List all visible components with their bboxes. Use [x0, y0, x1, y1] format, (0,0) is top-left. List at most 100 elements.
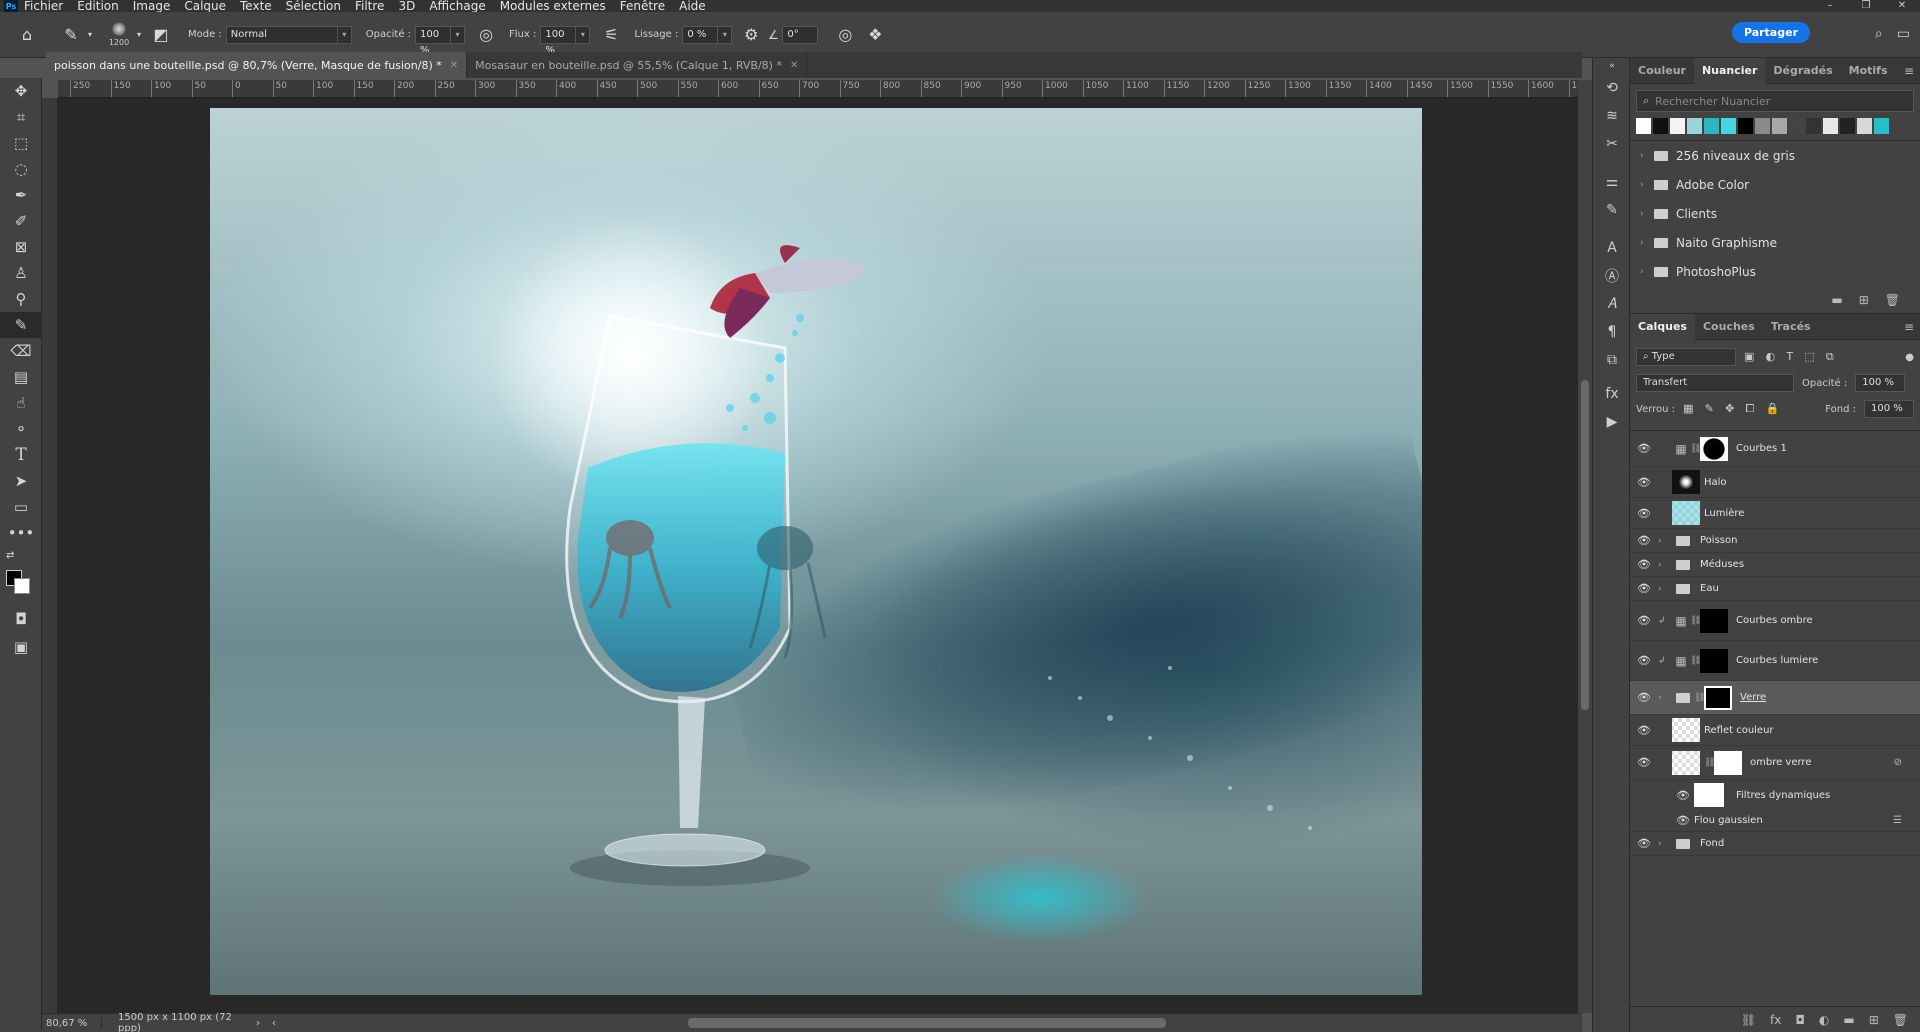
- tab-motifs[interactable]: Motifs: [1841, 58, 1896, 84]
- close-icon[interactable]: ✕: [450, 60, 458, 71]
- tab-couleur[interactable]: Couleur: [1630, 58, 1694, 84]
- share-button[interactable]: Partager: [1731, 22, 1810, 43]
- add-mask-icon[interactable]: ◘: [1795, 1013, 1805, 1027]
- menu-modules-externes[interactable]: Modules externes: [500, 0, 606, 12]
- brush-size-picker[interactable]: 1200: [104, 17, 134, 53]
- quick-selection-tool-icon[interactable]: ✐: [0, 208, 42, 234]
- chevron-right-icon[interactable]: ›: [1658, 560, 1672, 570]
- filter-toggle-icon[interactable]: ●: [1905, 352, 1914, 363]
- chevron-right-icon[interactable]: ›: [1640, 267, 1650, 277]
- paragraph-icon[interactable]: ¶: [1593, 318, 1631, 346]
- minimize-icon[interactable]: –: [1812, 0, 1848, 11]
- swatch-folder-gris[interactable]: › 256 niveaux de gris: [1630, 141, 1920, 170]
- color-swatch[interactable]: [1721, 118, 1736, 134]
- layer-courbes-lumiere[interactable]: 👁 ↲ ▦ ⛓ Courbes lumiere: [1630, 641, 1920, 681]
- menu-edition[interactable]: Edition: [77, 0, 119, 12]
- color-swatch[interactable]: [1772, 118, 1787, 134]
- color-swatch[interactable]: [1874, 118, 1889, 134]
- filter-type-icon[interactable]: T: [1786, 350, 1793, 363]
- eye-icon[interactable]: 👁: [1630, 442, 1658, 455]
- layer-group-poisson[interactable]: 👁 › Poisson: [1630, 529, 1920, 553]
- new-adjustment-icon[interactable]: ◐: [1819, 1013, 1829, 1027]
- swatch-folder-adobe-color[interactable]: › Adobe Color: [1630, 170, 1920, 199]
- color-swatch[interactable]: [1806, 118, 1821, 134]
- styles-fx-icon[interactable]: fx: [1593, 380, 1631, 408]
- new-layer-icon[interactable]: ⊞: [1869, 1013, 1879, 1027]
- adjustments-icon[interactable]: ≋: [1593, 102, 1631, 130]
- eye-icon[interactable]: 👁: [1630, 476, 1658, 489]
- swatch-folder-photoshoplus[interactable]: › PhotoshoPlus: [1630, 257, 1920, 286]
- layer-group-eau[interactable]: 👁 › Eau: [1630, 577, 1920, 601]
- eye-icon[interactable]: 👁: [1630, 724, 1658, 737]
- eye-icon[interactable]: 👁: [1630, 507, 1658, 520]
- layer-mask-thumbnail[interactable]: [1714, 750, 1742, 775]
- new-group-icon[interactable]: ▬: [1831, 293, 1842, 307]
- tab-poisson-bouteille[interactable]: poisson dans une bouteille.psd @ 80,7% (…: [46, 52, 468, 78]
- horizontal-scroll-thumb[interactable]: [688, 1018, 1166, 1028]
- new-group-icon[interactable]: ▬: [1843, 1013, 1854, 1027]
- collapse-panels-icon[interactable]: «: [1593, 58, 1631, 74]
- document-canvas[interactable]: [210, 108, 1422, 995]
- eye-icon[interactable]: 👁: [1630, 654, 1658, 667]
- menu-calque[interactable]: Calque: [184, 0, 226, 12]
- color-swatch[interactable]: [1687, 118, 1702, 134]
- menu-image[interactable]: Image: [133, 0, 171, 12]
- angle-field[interactable]: 0°: [782, 25, 819, 44]
- chevron-down-icon[interactable]: ▾: [576, 25, 591, 44]
- chevron-down-icon[interactable]: ▾: [451, 25, 466, 44]
- layer-mask-thumbnail[interactable]: [1700, 648, 1728, 673]
- fx-icon[interactable]: fx: [1770, 1013, 1781, 1027]
- more-tools-icon[interactable]: •••: [0, 520, 42, 546]
- menu-texte[interactable]: Texte: [240, 0, 272, 12]
- clone-source-icon[interactable]: ⧉: [1593, 346, 1631, 374]
- link-layers-icon[interactable]: ⛓: [1741, 1013, 1756, 1027]
- chevron-right-icon[interactable]: ›: [1640, 238, 1650, 248]
- search-icon[interactable]: ⌕: [1875, 26, 1883, 42]
- opacity-field[interactable]: 100 %: [415, 25, 452, 56]
- menu-affichage[interactable]: Affichage: [429, 0, 485, 12]
- layer-ombre-verre[interactable]: 👁 ⛓ ombre verre ⊘: [1630, 746, 1920, 780]
- menu-fichier[interactable]: Fichier: [24, 0, 63, 12]
- marquee-tool-icon[interactable]: ⬚: [0, 130, 42, 156]
- symmetry-icon[interactable]: ❖: [862, 25, 888, 44]
- eye-icon[interactable]: 👁: [1630, 582, 1658, 595]
- swatch-folder-clients[interactable]: › Clients: [1630, 199, 1920, 228]
- lock-artboard-icon[interactable]: ⧠: [1745, 402, 1754, 415]
- pen-tool-icon[interactable]: ✒: [0, 182, 42, 208]
- pressure-size-icon[interactable]: ◎: [832, 25, 858, 44]
- pressure-opacity-icon[interactable]: ◎: [473, 25, 499, 44]
- color-swatch[interactable]: [1857, 118, 1872, 134]
- layer-mask-thumbnail[interactable]: [1700, 436, 1728, 461]
- color-swatch[interactable]: [1704, 118, 1719, 134]
- brush-tool-preset-icon[interactable]: ✎: [58, 25, 84, 44]
- tab-couches[interactable]: Couches: [1695, 314, 1763, 340]
- color-swatch[interactable]: [1653, 118, 1668, 134]
- chevron-right-icon[interactable]: ›: [1640, 180, 1650, 190]
- eye-icon[interactable]: 👁: [1630, 837, 1658, 850]
- layer-courbes-1[interactable]: 👁 ▦ ⛓ Courbes 1: [1630, 431, 1920, 467]
- layer-group-fond[interactable]: 👁 › Fond: [1630, 832, 1920, 856]
- swatch-search-input[interactable]: ⌕ Rechercher Nuancier: [1636, 90, 1914, 112]
- lock-transparency-icon[interactable]: ▦: [1683, 402, 1693, 415]
- color-swatch[interactable]: [1840, 118, 1855, 134]
- chevron-right-icon[interactable]: ›: [1658, 584, 1672, 594]
- vertical-scrollbar[interactable]: [1578, 80, 1592, 1013]
- eraser-tool-icon[interactable]: ⌫: [0, 338, 42, 364]
- glyphs-icon[interactable]: Ⓐ: [1593, 262, 1631, 290]
- color-swatch[interactable]: [1823, 118, 1838, 134]
- panel-menu-icon[interactable]: ≡: [1904, 64, 1914, 78]
- gradient-tool-icon[interactable]: ▤: [0, 364, 42, 390]
- vertical-scroll-thumb[interactable]: [1581, 380, 1589, 710]
- chevron-right-icon[interactable]: ›: [1640, 209, 1650, 219]
- chevron-right-icon[interactable]: ›: [1658, 536, 1672, 546]
- filter-options-icon[interactable]: ☰: [1893, 815, 1902, 826]
- color-swatch[interactable]: [1670, 118, 1685, 134]
- eye-icon[interactable]: 👁: [1672, 789, 1694, 802]
- panel-menu-icon[interactable]: ≡: [1904, 320, 1914, 334]
- smart-filter-toggle-icon[interactable]: ⊘: [1894, 757, 1902, 768]
- tab-nuancier[interactable]: Nuancier: [1693, 57, 1766, 84]
- workspace-icon[interactable]: ▭: [1897, 26, 1910, 42]
- eye-icon[interactable]: 👁: [1630, 614, 1658, 627]
- fill-field[interactable]: 100 %: [1864, 400, 1914, 418]
- path-selection-tool-icon[interactable]: ➤: [0, 468, 42, 494]
